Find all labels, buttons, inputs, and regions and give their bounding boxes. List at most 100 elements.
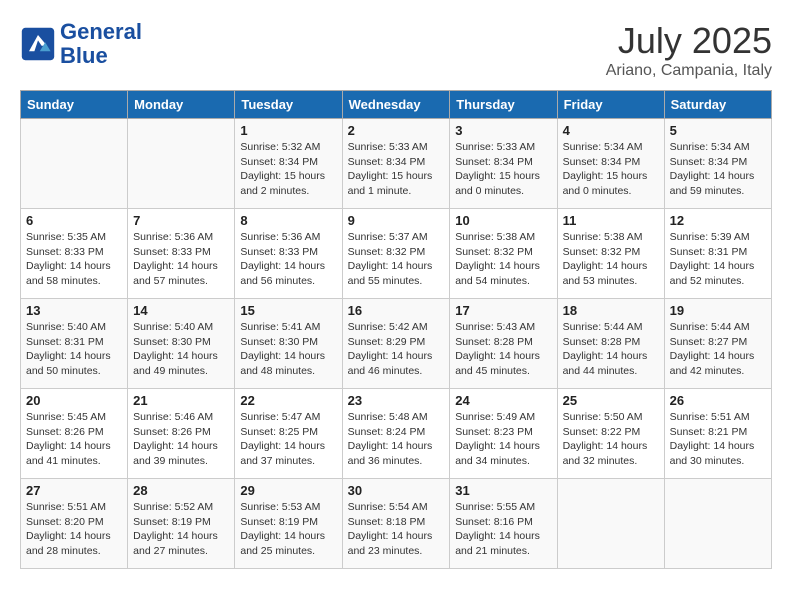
day-info: Sunrise: 5:51 AMSunset: 8:20 PMDaylight:… xyxy=(26,501,111,557)
day-number: 17 xyxy=(455,303,551,318)
calendar-cell: 18 Sunrise: 5:44 AMSunset: 8:28 PMDayligh… xyxy=(557,299,664,389)
day-info: Sunrise: 5:33 AMSunset: 8:34 PMDaylight:… xyxy=(348,141,433,197)
day-info: Sunrise: 5:53 AMSunset: 8:19 PMDaylight:… xyxy=(240,501,325,557)
calendar-cell: 28 Sunrise: 5:52 AMSunset: 8:19 PMDayligh… xyxy=(128,479,235,569)
day-number: 28 xyxy=(133,483,229,498)
title-block: July 2025 Ariano, Campania, Italy xyxy=(606,20,772,80)
calendar-cell: 23 Sunrise: 5:48 AMSunset: 8:24 PMDayligh… xyxy=(342,389,450,479)
calendar-cell: 11 Sunrise: 5:38 AMSunset: 8:32 PMDayligh… xyxy=(557,209,664,299)
day-number: 2 xyxy=(348,123,445,138)
calendar-cell: 31 Sunrise: 5:55 AMSunset: 8:16 PMDayligh… xyxy=(450,479,557,569)
day-info: Sunrise: 5:41 AMSunset: 8:30 PMDaylight:… xyxy=(240,321,325,377)
calendar-cell: 19Sunrise: 5:44 AMSunset: 8:27 PMDayligh… xyxy=(664,299,771,389)
day-info: Sunrise: 5:47 AMSunset: 8:25 PMDaylight:… xyxy=(240,411,325,467)
day-number: 22 xyxy=(240,393,336,408)
day-info: Sunrise: 5:37 AMSunset: 8:32 PMDaylight:… xyxy=(348,231,433,287)
header-thursday: Thursday xyxy=(450,91,557,119)
calendar-cell: 26 Sunrise: 5:51 AMSunset: 8:21 PMDayligh… xyxy=(664,389,771,479)
day-info: Sunrise: 5:44 AMSunset: 8:27 PMDaylight:… xyxy=(670,321,755,377)
day-info: Sunrise: 5:39 AMSunset: 8:31 PMDaylight:… xyxy=(670,231,755,287)
day-number: 26 xyxy=(670,393,766,408)
day-number: 4 xyxy=(563,123,659,138)
day-number: 8 xyxy=(240,213,336,228)
calendar-cell: 15Sunrise: 5:41 AMSunset: 8:30 PMDayligh… xyxy=(235,299,342,389)
calendar-week-4: 20 Sunrise: 5:45 AMSunset: 8:26 PMDayligh… xyxy=(21,389,772,479)
calendar-cell: 6 Sunrise: 5:35 AMSunset: 8:33 PMDaylight… xyxy=(21,209,128,299)
day-number: 23 xyxy=(348,393,445,408)
calendar-cell xyxy=(128,119,235,209)
day-info: Sunrise: 5:38 AMSunset: 8:32 PMDaylight:… xyxy=(455,231,540,287)
day-info: Sunrise: 5:49 AMSunset: 8:23 PMDaylight:… xyxy=(455,411,540,467)
day-number: 3 xyxy=(455,123,551,138)
calendar-cell: 30 Sunrise: 5:54 AMSunset: 8:18 PMDayligh… xyxy=(342,479,450,569)
day-info: Sunrise: 5:44 AMSunset: 8:28 PMDaylight:… xyxy=(563,321,648,377)
calendar-week-2: 6 Sunrise: 5:35 AMSunset: 8:33 PMDaylight… xyxy=(21,209,772,299)
calendar-cell: 14 Sunrise: 5:40 AMSunset: 8:30 PMDayligh… xyxy=(128,299,235,389)
day-number: 31 xyxy=(455,483,551,498)
calendar-cell: 5 Sunrise: 5:34 AMSunset: 8:34 PMDaylight… xyxy=(664,119,771,209)
header-monday: Monday xyxy=(128,91,235,119)
day-number: 11 xyxy=(563,213,659,228)
header-saturday: Saturday xyxy=(664,91,771,119)
day-info: Sunrise: 5:35 AMSunset: 8:33 PMDaylight:… xyxy=(26,231,111,287)
calendar-cell: 1Sunrise: 5:32 AMSunset: 8:34 PMDaylight… xyxy=(235,119,342,209)
location-title: Ariano, Campania, Italy xyxy=(606,62,772,80)
day-number: 13 xyxy=(26,303,122,318)
day-info: Sunrise: 5:51 AMSunset: 8:21 PMDaylight:… xyxy=(670,411,755,467)
day-number: 18 xyxy=(563,303,659,318)
calendar-cell: 22 Sunrise: 5:47 AMSunset: 8:25 PMDayligh… xyxy=(235,389,342,479)
day-info: Sunrise: 5:33 AMSunset: 8:34 PMDaylight:… xyxy=(455,141,540,197)
calendar-week-3: 13Sunrise: 5:40 AMSunset: 8:31 PMDayligh… xyxy=(21,299,772,389)
calendar-cell: 17 Sunrise: 5:43 AMSunset: 8:28 PMDayligh… xyxy=(450,299,557,389)
calendar-week-5: 27 Sunrise: 5:51 AMSunset: 8:20 PMDayligh… xyxy=(21,479,772,569)
calendar-cell: 2 Sunrise: 5:33 AMSunset: 8:34 PMDaylight… xyxy=(342,119,450,209)
calendar-cell: 4Sunrise: 5:34 AMSunset: 8:34 PMDaylight… xyxy=(557,119,664,209)
day-info: Sunrise: 5:52 AMSunset: 8:19 PMDaylight:… xyxy=(133,501,218,557)
day-number: 27 xyxy=(26,483,122,498)
calendar-cell: 12 Sunrise: 5:39 AMSunset: 8:31 PMDayligh… xyxy=(664,209,771,299)
day-info: Sunrise: 5:55 AMSunset: 8:16 PMDaylight:… xyxy=(455,501,540,557)
day-number: 24 xyxy=(455,393,551,408)
logo-text: General Blue xyxy=(60,20,142,68)
logo: General Blue xyxy=(20,20,142,68)
month-title: July 2025 xyxy=(606,20,772,62)
calendar-cell xyxy=(21,119,128,209)
calendar-table: SundayMondayTuesdayWednesdayThursdayFrid… xyxy=(20,90,772,569)
header-wednesday: Wednesday xyxy=(342,91,450,119)
calendar-cell: 9Sunrise: 5:37 AMSunset: 8:32 PMDaylight… xyxy=(342,209,450,299)
day-info: Sunrise: 5:45 AMSunset: 8:26 PMDaylight:… xyxy=(26,411,111,467)
calendar-cell xyxy=(664,479,771,569)
header-tuesday: Tuesday xyxy=(235,91,342,119)
calendar-cell: 24 Sunrise: 5:49 AMSunset: 8:23 PMDayligh… xyxy=(450,389,557,479)
day-number: 6 xyxy=(26,213,122,228)
calendar-week-1: 1Sunrise: 5:32 AMSunset: 8:34 PMDaylight… xyxy=(21,119,772,209)
calendar-cell: 16Sunrise: 5:42 AMSunset: 8:29 PMDayligh… xyxy=(342,299,450,389)
calendar-cell: 10Sunrise: 5:38 AMSunset: 8:32 PMDayligh… xyxy=(450,209,557,299)
day-info: Sunrise: 5:36 AMSunset: 8:33 PMDaylight:… xyxy=(133,231,218,287)
day-number: 20 xyxy=(26,393,122,408)
calendar-cell: 7Sunrise: 5:36 AMSunset: 8:33 PMDaylight… xyxy=(128,209,235,299)
day-info: Sunrise: 5:46 AMSunset: 8:26 PMDaylight:… xyxy=(133,411,218,467)
day-number: 5 xyxy=(670,123,766,138)
day-info: Sunrise: 5:34 AMSunset: 8:34 PMDaylight:… xyxy=(670,141,755,197)
calendar-cell: 29 Sunrise: 5:53 AMSunset: 8:19 PMDayligh… xyxy=(235,479,342,569)
day-number: 16 xyxy=(348,303,445,318)
calendar-cell: 20 Sunrise: 5:45 AMSunset: 8:26 PMDayligh… xyxy=(21,389,128,479)
calendar-cell: 8Sunrise: 5:36 AMSunset: 8:33 PMDaylight… xyxy=(235,209,342,299)
logo-line1: General xyxy=(60,20,142,44)
day-number: 14 xyxy=(133,303,229,318)
day-number: 25 xyxy=(563,393,659,408)
calendar-cell: 27 Sunrise: 5:51 AMSunset: 8:20 PMDayligh… xyxy=(21,479,128,569)
day-info: Sunrise: 5:40 AMSunset: 8:30 PMDaylight:… xyxy=(133,321,218,377)
day-info: Sunrise: 5:48 AMSunset: 8:24 PMDaylight:… xyxy=(348,411,433,467)
day-info: Sunrise: 5:43 AMSunset: 8:28 PMDaylight:… xyxy=(455,321,540,377)
day-info: Sunrise: 5:54 AMSunset: 8:18 PMDaylight:… xyxy=(348,501,433,557)
calendar-cell: 3 Sunrise: 5:33 AMSunset: 8:34 PMDaylight… xyxy=(450,119,557,209)
calendar-cell: 25 Sunrise: 5:50 AMSunset: 8:22 PMDayligh… xyxy=(557,389,664,479)
day-info: Sunrise: 5:38 AMSunset: 8:32 PMDaylight:… xyxy=(563,231,648,287)
logo-line2: Blue xyxy=(60,44,142,68)
day-number: 29 xyxy=(240,483,336,498)
day-info: Sunrise: 5:50 AMSunset: 8:22 PMDaylight:… xyxy=(563,411,648,467)
day-number: 12 xyxy=(670,213,766,228)
day-number: 30 xyxy=(348,483,445,498)
